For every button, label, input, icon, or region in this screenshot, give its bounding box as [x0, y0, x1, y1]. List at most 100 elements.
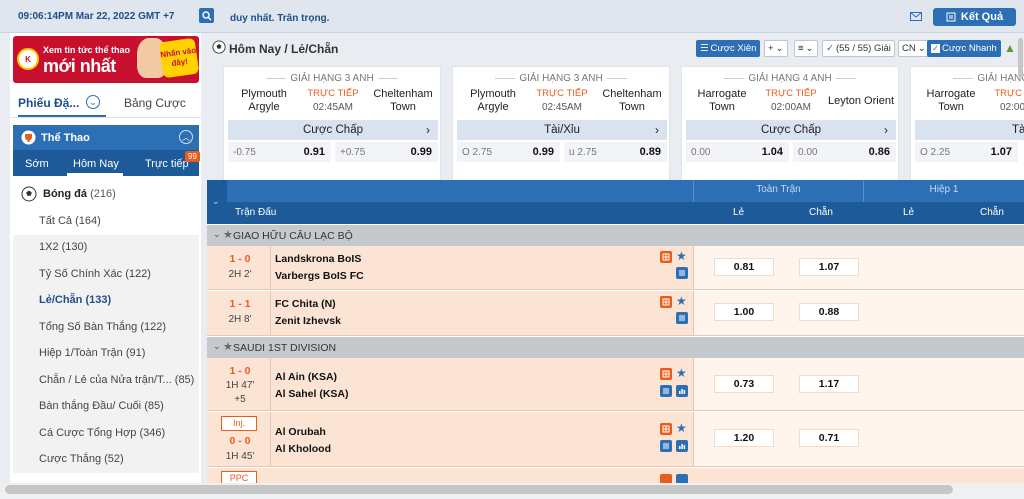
tab-bet-board[interactable]: Bảng Cược [124, 96, 186, 110]
toolbar: Hôm Nay / Lẻ/Chẵn ☰ Cược Xiên + ⌄ ≡ ⌄ ✓ (55 … [207, 33, 1024, 63]
odd-button[interactable]: 0.81 [714, 258, 774, 276]
refresh-icon[interactable]: ▲ [1004, 41, 1016, 55]
menu-item[interactable]: Bàn thắng Đầu/ Cuối (85) [13, 393, 199, 420]
favorite-star-icon[interactable]: ★ [676, 366, 687, 380]
stats-icon[interactable] [660, 368, 672, 380]
tab-bet-slip[interactable]: Phiếu Đặ... [18, 96, 79, 110]
menu-item-label: Cược Thắng [39, 453, 102, 466]
card-market[interactable]: Cược Chấp › [228, 120, 438, 140]
search-icon [201, 10, 212, 21]
results-icon [946, 12, 956, 22]
sports-header[interactable]: Thể Thao ︿ [13, 125, 199, 150]
away-team: Al Kholood [275, 443, 331, 455]
card-away-team: Cheltenham Town [602, 88, 662, 113]
even-button[interactable]: 1.07 [799, 258, 859, 276]
card-time: 02:45AM [541, 102, 583, 113]
tab-today[interactable]: Hôm Nay [73, 158, 119, 170]
card-odd[interactable]: -0.75 0.91 [228, 142, 331, 162]
card-league: GIẢI HẠNG 4 ANH [911, 73, 1024, 84]
live-stats-icon[interactable] [676, 385, 688, 397]
menu-item-count: (91) [125, 347, 146, 360]
card-market[interactable]: Cược Chấp › [686, 120, 896, 140]
more-bets-icon[interactable] [676, 267, 688, 279]
star-icon[interactable]: ★ [223, 228, 233, 241]
more-bets-icon[interactable] [676, 474, 688, 483]
sport-soccer[interactable]: Bóng đá (216) [13, 180, 199, 208]
menu-item[interactable]: Hiệp 1/Toàn Trận (91) [13, 340, 199, 367]
more-bets-icon[interactable] [660, 385, 672, 397]
more-bets-icon[interactable] [676, 312, 688, 324]
tab-early[interactable]: Sớm [25, 158, 49, 170]
collapse-icon[interactable]: ︿ [179, 130, 193, 144]
banner-line1: Xem tin tức thể thao [43, 45, 131, 55]
header-toggle[interactable]: ⌄ [207, 180, 227, 224]
news-banner[interactable]: K Xem tin tức thể thao mới nhất Nhấn vào… [13, 36, 199, 83]
even-button[interactable]: 0.88 [799, 303, 859, 321]
card-market[interactable]: Tài [915, 120, 1024, 140]
chevron-down-icon: ⌄ [212, 196, 220, 206]
menu-item[interactable]: Tỷ Số Chính Xác (122) [13, 261, 199, 288]
card-odd[interactable]: O 2.25 1.07 [915, 142, 1018, 162]
menu-item[interactable]: Tất Cả (164) [13, 208, 199, 235]
table-row: 1 - 0 2H 2' Landskrona BoIS Varbergs BoI… [207, 246, 1024, 290]
stats-icon[interactable] [660, 296, 672, 308]
card-away-team: Cheltenham Town [373, 88, 433, 113]
star-icon[interactable]: ★ [223, 340, 233, 353]
menu-item[interactable]: Tổng Số Bàn Thắng (122) [13, 314, 199, 341]
card-odd[interactable]: u 2.75 0.89 [564, 142, 667, 162]
favorite-star-icon[interactable]: ★ [676, 421, 687, 435]
favorite-star-icon[interactable]: ★ [676, 294, 687, 308]
odd-button[interactable]: 1.20 [714, 429, 774, 447]
odds-cells: 0.73 1.17 [693, 358, 1024, 410]
stats-icon[interactable] [660, 251, 672, 263]
search-button[interactable] [199, 8, 214, 23]
sort-button[interactable]: ≡ ⌄ [794, 40, 818, 57]
soccer-ball-icon [21, 186, 37, 205]
menu-item[interactable]: Cược Thắng (52) [13, 446, 199, 473]
menu-item[interactable]: 1X2 (130) [13, 234, 199, 261]
chevron-down-icon[interactable]: ⌄ [86, 95, 100, 109]
card-odd[interactable]: 0.00 0.86 [793, 142, 896, 162]
card-odd[interactable]: 0.00 1.04 [686, 142, 789, 162]
add-button[interactable]: + ⌄ [764, 40, 788, 57]
odd-button[interactable]: 1.00 [714, 303, 774, 321]
menu-item-active[interactable]: Lẻ/Chẵn (133) [13, 287, 199, 314]
menu-item[interactable]: Chẵn / Lẻ của Nửa trận/T... (85) [13, 367, 199, 394]
language-button[interactable]: CN ⌄ [898, 40, 930, 57]
horizontal-scrollbar[interactable] [5, 485, 953, 494]
quick-bet-toggle[interactable]: ✓ Cược Nhanh [927, 40, 1001, 57]
parlay-button[interactable]: ☰ Cược Xiên [696, 40, 761, 57]
results-button[interactable]: Kết Quả [933, 8, 1016, 26]
league-header[interactable]: ⌄ ★ SAUDI 1ST DIVISION [207, 337, 1024, 358]
server-datetime: 09:06:14PM Mar 22, 2022 GMT +7 [18, 11, 175, 22]
vertical-scrollbar[interactable] [1018, 38, 1023, 78]
card-odd[interactable]: +0.75 0.99 [335, 142, 438, 162]
even-button[interactable]: 0.71 [799, 429, 859, 447]
top-bar: 09:06:14PM Mar 22, 2022 GMT +7 duy nhất.… [0, 0, 1024, 33]
card-odd[interactable]: O 2.75 0.99 [457, 142, 560, 162]
brand-logo: K [17, 48, 39, 70]
more-bets-icon[interactable] [660, 440, 672, 452]
card-live-tag: TRỰC TIẾP [994, 88, 1024, 99]
league-filter-button[interactable]: ✓ (55 / 55) Giải [822, 40, 895, 57]
league-header[interactable]: ⌄ ★ GIAO HỮU CÂU LẠC BỘ [207, 225, 1024, 246]
stats-icon[interactable] [660, 474, 672, 483]
menu-item-label: Cá Cược Tổng Hợp [39, 426, 137, 439]
check-icon: ✓ [826, 43, 834, 54]
tab-live[interactable]: Trực tiếp [145, 158, 189, 170]
menu-item-label: Tất Cả [39, 214, 73, 227]
odd-button[interactable]: 0.73 [714, 375, 774, 393]
away-team: Zenit Izhevsk [275, 315, 341, 327]
card-market[interactable]: Tài/Xỉu › [457, 120, 667, 140]
odds-cells: 1.00 0.88 [693, 291, 1024, 335]
live-stats-icon[interactable] [676, 440, 688, 452]
stats-icon[interactable] [660, 423, 672, 435]
odd-value: 0.91 [303, 146, 325, 158]
menu-item[interactable]: Cá Cược Tổng Hợp (346) [13, 420, 199, 447]
chevron-right-icon: › [884, 123, 888, 137]
card-market-label: Cược Chấp [761, 124, 821, 136]
odd-value: 1.07 [990, 146, 1012, 158]
mail-icon[interactable] [910, 12, 922, 24]
favorite-star-icon[interactable]: ★ [676, 249, 687, 263]
even-button[interactable]: 1.17 [799, 375, 859, 393]
